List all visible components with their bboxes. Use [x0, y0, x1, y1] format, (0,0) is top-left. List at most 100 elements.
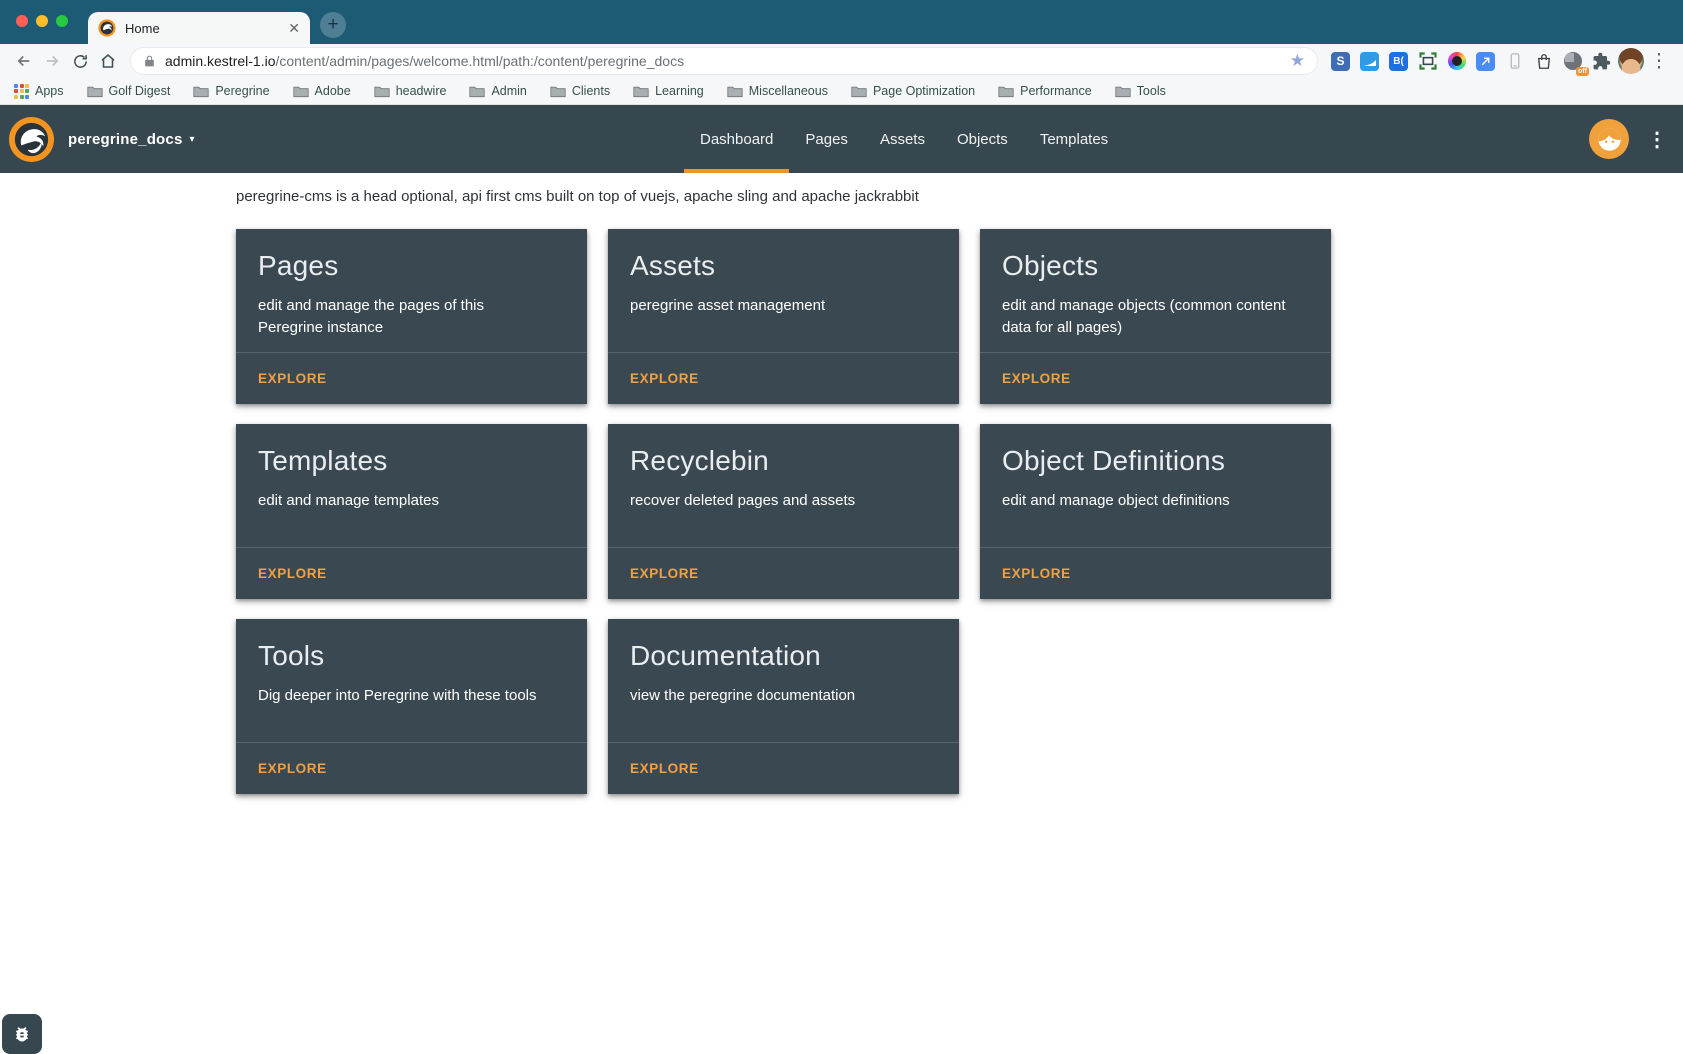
card-footer: EXPLORE [236, 547, 587, 599]
bookmark-label: Golf Digest [109, 84, 171, 98]
bookmark-folder-admin[interactable]: Admin [469, 84, 526, 98]
chevron-down-icon[interactable]: ▾ [190, 134, 195, 145]
bookmark-star-icon[interactable]: ★ [1290, 51, 1305, 71]
forward-arrow-icon [43, 52, 61, 70]
bookmark-folder-peregrine[interactable]: Peregrine [193, 84, 269, 98]
nav-tab-objects[interactable]: Objects [941, 105, 1024, 173]
tab-title: Home [125, 21, 279, 36]
card-description: Dig deeper into Peregrine with these too… [258, 685, 565, 707]
explore-objects-link[interactable]: EXPLORE [1002, 371, 1071, 386]
bookmark-label: Apps [35, 84, 64, 98]
bookmark-folder-adobe[interactable]: Adobe [293, 84, 351, 98]
card-tools: Tools Dig deeper into Peregrine with the… [236, 619, 587, 794]
peregrine-logo-icon[interactable] [8, 116, 55, 163]
explore-assets-link[interactable]: EXPLORE [630, 371, 699, 386]
extensions-menu-button[interactable] [1587, 47, 1616, 75]
nav-tab-templates[interactable]: Templates [1024, 105, 1124, 173]
extension-toggle-off[interactable]: off [1558, 47, 1587, 75]
card-description: edit and manage object definitions [1002, 490, 1309, 512]
bookmark-label: Learning [655, 84, 704, 98]
new-tab-button[interactable]: + [320, 12, 346, 38]
explore-documentation-link[interactable]: EXPLORE [630, 761, 699, 776]
bookmark-apps[interactable]: Apps [14, 84, 64, 99]
minimize-window-button[interactable] [36, 15, 48, 27]
card-pages: Pages edit and manage the pages of this … [236, 229, 587, 404]
nav-tab-dashboard[interactable]: Dashboard [684, 105, 789, 173]
extension-mobile-view[interactable] [1500, 47, 1529, 75]
bookmark-folder-tools[interactable]: Tools [1115, 84, 1166, 98]
address-bar[interactable]: admin.kestrel-1.io/content/admin/pages/w… [130, 47, 1318, 75]
extension-stylus[interactable]: S [1326, 47, 1355, 75]
extension-camera-lens[interactable] [1442, 47, 1471, 75]
window-controls [16, 15, 68, 27]
explore-pages-link[interactable]: EXPLORE [258, 371, 327, 386]
bookmark-folder-clients[interactable]: Clients [550, 84, 610, 98]
extension-open-in-new[interactable] [1471, 47, 1500, 75]
bookmark-folder-headwire[interactable]: headwire [374, 84, 447, 98]
debug-bug-button[interactable] [2, 1014, 42, 1054]
bookmark-folder-miscellaneous[interactable]: Miscellaneous [727, 84, 828, 98]
bookmark-folder-golf-digest[interactable]: Golf Digest [87, 84, 171, 98]
close-window-button[interactable] [16, 15, 28, 27]
explore-object-definitions-link[interactable]: EXPLORE [1002, 566, 1071, 581]
card-templates: Templates edit and manage templates EXPL… [236, 424, 587, 599]
explore-tools-link[interactable]: EXPLORE [258, 761, 327, 776]
bookmark-folder-performance[interactable]: Performance [998, 84, 1092, 98]
shopping-bag-icon [1535, 52, 1553, 71]
extension-split-window[interactable] [1355, 47, 1384, 75]
folder-icon [469, 85, 485, 98]
nav-tab-pages[interactable]: Pages [789, 105, 864, 173]
card-title: Templates [258, 445, 565, 477]
site-name[interactable]: peregrine_docs [68, 131, 183, 148]
extension-screenshot[interactable] [1413, 47, 1442, 75]
browser-tab[interactable]: Home ✕ [88, 12, 310, 44]
card-recyclebin: Recyclebin recover deleted pages and ass… [608, 424, 959, 599]
card-title: Pages [258, 250, 565, 282]
bookmarks-bar: Apps Golf Digest Peregrine Adobe headwir… [0, 78, 1683, 105]
extension-bluejeans[interactable]: B( [1384, 47, 1413, 75]
profile-avatar-icon [1618, 48, 1644, 74]
card-footer: EXPLORE [608, 547, 959, 599]
reload-button[interactable] [66, 47, 94, 75]
folder-icon [998, 85, 1014, 98]
apps-grid-icon [14, 84, 29, 99]
main-nav: Dashboard Pages Assets Objects Templates [684, 105, 1124, 173]
app-header: peregrine_docs ▾ Dashboard Pages Assets … [0, 105, 1683, 173]
back-button[interactable] [10, 47, 38, 75]
folder-icon [293, 85, 309, 98]
bookmark-folder-page-optimization[interactable]: Page Optimization [851, 84, 975, 98]
bookmark-label: Performance [1020, 84, 1092, 98]
bookmark-folder-learning[interactable]: Learning [633, 84, 704, 98]
bookmark-label: Page Optimization [873, 84, 975, 98]
browser-menu-button[interactable]: ⋮ [1645, 47, 1673, 75]
bookmark-label: Tools [1137, 84, 1166, 98]
bookmark-label: Clients [572, 84, 610, 98]
home-button[interactable] [94, 47, 122, 75]
card-footer: EXPLORE [980, 352, 1331, 404]
tab-close-icon[interactable]: ✕ [288, 21, 300, 35]
zoom-window-button[interactable] [56, 15, 68, 27]
diagonal-arrow-icon [1476, 52, 1495, 71]
bookmark-label: Miscellaneous [749, 84, 828, 98]
explore-templates-link[interactable]: EXPLORE [258, 566, 327, 581]
browser-toolbar: admin.kestrel-1.io/content/admin/pages/w… [0, 44, 1683, 78]
extension-shopping[interactable] [1529, 47, 1558, 75]
folder-icon [550, 85, 566, 98]
app-menu-kebab-icon[interactable]: ⋮ [1647, 127, 1667, 152]
card-title: Assets [630, 250, 937, 282]
user-avatar-button[interactable] [1589, 119, 1629, 159]
forward-button[interactable] [38, 47, 66, 75]
s-letter-icon: S [1331, 52, 1350, 71]
card-footer: EXPLORE [980, 547, 1331, 599]
browser-profile-button[interactable] [1616, 47, 1645, 75]
card-description: peregrine asset management [630, 295, 937, 317]
explore-recyclebin-link[interactable]: EXPLORE [630, 566, 699, 581]
nav-tab-assets[interactable]: Assets [864, 105, 941, 173]
card-footer: EXPLORE [608, 742, 959, 794]
split-window-icon [1360, 52, 1379, 71]
bookmark-label: headwire [396, 84, 447, 98]
folder-icon [633, 85, 649, 98]
camera-lens-icon [1448, 52, 1466, 70]
dashboard-content: peregrine-cms is a head optional, api fi… [0, 188, 1683, 794]
lock-icon [143, 54, 156, 68]
